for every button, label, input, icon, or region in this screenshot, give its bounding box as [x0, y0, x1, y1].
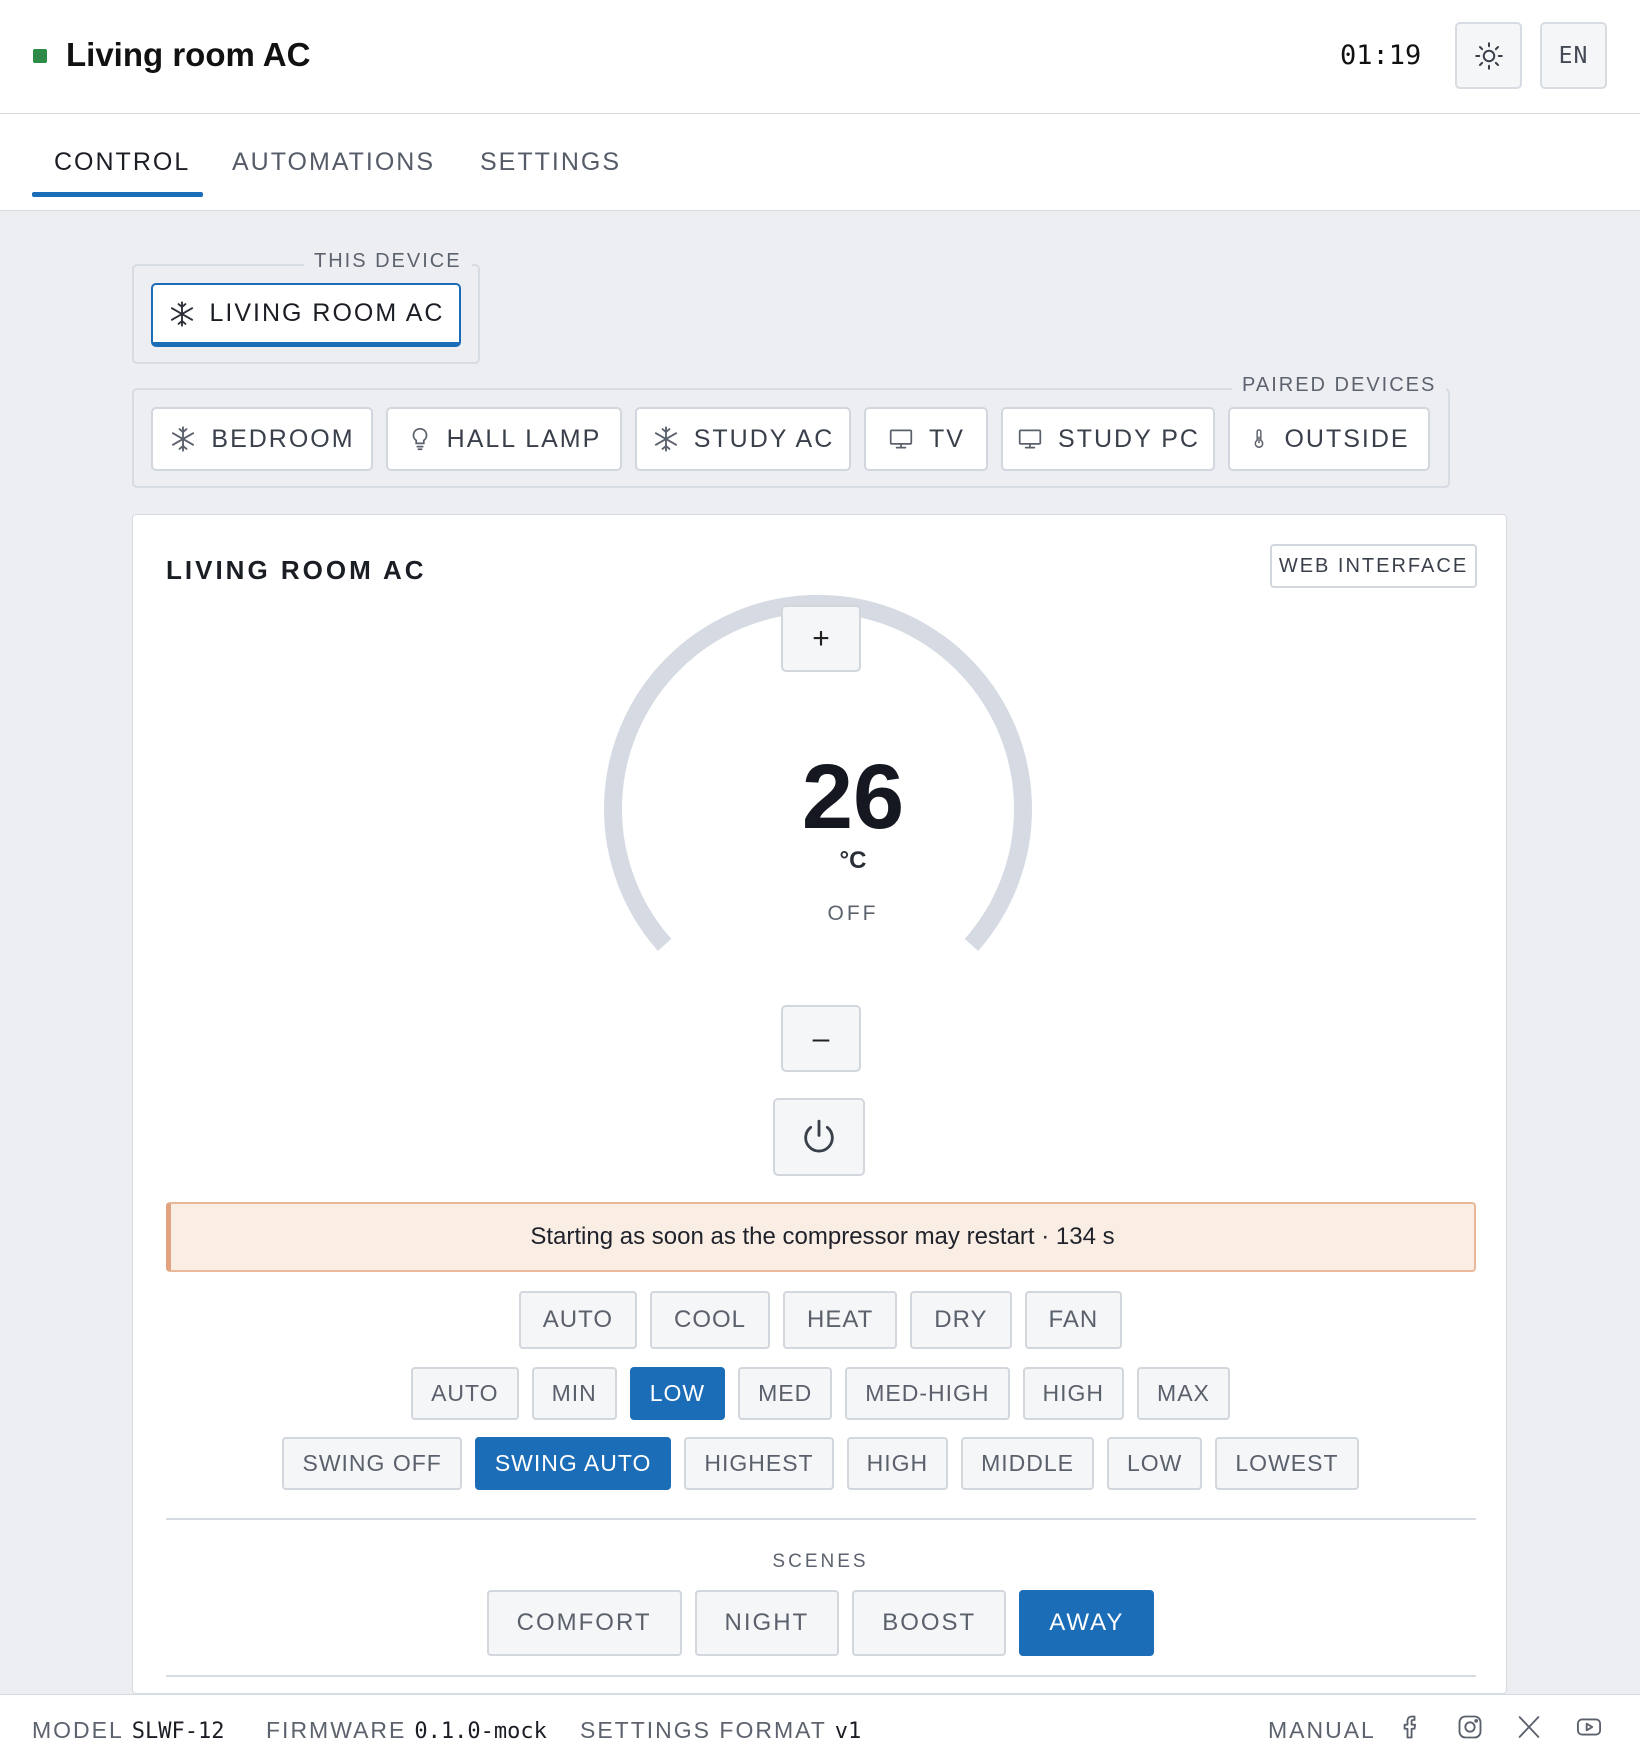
clock: 01:19 — [1340, 40, 1422, 71]
swing-high-button[interactable]: HIGH — [846, 1437, 949, 1490]
scene-comfort-button[interactable]: COMFORT — [486, 1590, 682, 1656]
compressor-notice: Starting as soon as the compressor may r… — [166, 1202, 1476, 1272]
fan-low-button[interactable]: LOW — [629, 1367, 726, 1420]
device-control-panel: LIVING ROOM AC WEB INTERFACE + 26 °C OFF… — [132, 514, 1507, 1694]
youtube-icon[interactable] — [1574, 1713, 1604, 1741]
tab-settings[interactable]: SETTINGS — [480, 148, 621, 177]
instagram-icon[interactable] — [1456, 1713, 1484, 1741]
temperature-unit: °C — [839, 847, 867, 874]
this-device-legend: THIS DEVICE — [304, 250, 472, 273]
status-indicator — [33, 49, 47, 63]
mode-selector: AUTO COOL HEAT DRY FAN — [133, 1291, 1508, 1349]
mode-heat-button[interactable]: HEAT — [783, 1291, 898, 1349]
swing-highest-button[interactable]: HIGHEST — [684, 1437, 834, 1490]
settings-format-label: SETTINGS FORMAT — [580, 1717, 827, 1743]
mode-dry-button[interactable]: DRY — [910, 1291, 1012, 1349]
model-value: SLWF-12 — [131, 1719, 225, 1744]
device-label: OUTSIDE — [1284, 424, 1410, 453]
scene-selector: COMFORT NIGHT BOOST AWAY — [133, 1590, 1508, 1656]
swing-middle-button[interactable]: MIDDLE — [961, 1437, 1094, 1490]
increase-temperature-button[interactable]: + — [781, 605, 861, 672]
app-header: Living room AC 01:19 EN — [0, 0, 1640, 114]
fan-auto-button[interactable]: AUTO — [411, 1367, 519, 1420]
language-button[interactable]: EN — [1540, 22, 1607, 89]
device-label: BEDROOM — [211, 424, 355, 453]
mode-auto-button[interactable]: AUTO — [518, 1291, 638, 1349]
this-device-group: THIS DEVICE LIVING ROOM AC — [132, 250, 480, 364]
firmware-info: FIRMWARE 0.1.0-mock — [266, 1717, 547, 1744]
divider — [166, 1675, 1476, 1677]
fan-med-high-button[interactable]: MED-HIGH — [845, 1367, 1010, 1420]
power-state: OFF — [827, 902, 879, 925]
tab-automations[interactable]: AUTOMATIONS — [232, 148, 435, 177]
scene-night-button[interactable]: NIGHT — [694, 1590, 840, 1656]
fan-med-button[interactable]: MED — [738, 1367, 833, 1420]
settings-format-value: v1 — [834, 1719, 862, 1744]
swing-lowest-button[interactable]: LOWEST — [1215, 1437, 1359, 1490]
footer: MODEL SLWF-12 FIRMWARE 0.1.0-mock SETTINGS… — [0, 1694, 1640, 1760]
fan-speed-selector: AUTO MIN LOW MED MED-HIGH HIGH MAX — [133, 1367, 1508, 1420]
divider — [166, 1518, 1476, 1520]
firmware-value: 0.1.0-mock — [414, 1719, 547, 1744]
monitor-icon — [889, 429, 913, 449]
fan-max-button[interactable]: MAX — [1137, 1367, 1230, 1420]
model-label: MODEL — [32, 1717, 124, 1743]
power-button[interactable] — [773, 1098, 865, 1176]
device-button-bedroom[interactable]: BEDROOM — [151, 407, 373, 471]
lightbulb-icon — [412, 427, 428, 451]
power-icon — [804, 1119, 834, 1153]
device-button-study-pc[interactable]: STUDY PC — [1001, 407, 1215, 471]
device-button-hall-lamp[interactable]: HALL LAMP — [386, 407, 622, 471]
snowflake-icon — [170, 300, 193, 327]
swing-low-button[interactable]: LOW — [1107, 1437, 1203, 1490]
scenes-label: SCENES — [772, 1551, 869, 1572]
web-interface-button[interactable]: WEB INTERFACE — [1270, 544, 1477, 588]
panel-title: LIVING ROOM AC — [166, 555, 427, 585]
snowflake-icon — [654, 426, 677, 452]
target-temperature: 26 — [801, 746, 905, 848]
settings-format-info: SETTINGS FORMAT v1 — [580, 1717, 861, 1744]
sun-icon — [1474, 41, 1503, 70]
swing-auto-button[interactable]: SWING AUTO — [474, 1437, 672, 1490]
device-button-outside[interactable]: OUTSIDE — [1228, 407, 1430, 471]
paired-devices-legend: PAIRED DEVICES — [1232, 374, 1447, 397]
device-label: HALL LAMP — [446, 424, 602, 453]
device-label: TV — [929, 424, 965, 453]
active-tab-indicator — [32, 192, 203, 197]
device-button-tv[interactable]: TV — [864, 407, 988, 471]
device-button-living-room-ac[interactable]: LIVING ROOM AC — [151, 283, 461, 347]
facebook-icon[interactable] — [1397, 1713, 1425, 1741]
device-label: LIVING ROOM AC — [209, 299, 445, 327]
device-label: STUDY AC — [693, 424, 835, 453]
swing-off-button[interactable]: SWING OFF — [282, 1437, 462, 1490]
theme-toggle-button[interactable] — [1455, 22, 1522, 89]
paired-devices-group: PAIRED DEVICES BEDROOM HALL LAMP STUDY A… — [132, 374, 1450, 488]
swing-selector: SWING OFF SWING AUTO HIGHEST HIGH MIDDLE… — [133, 1437, 1508, 1490]
mode-cool-button[interactable]: COOL — [650, 1291, 771, 1349]
fan-min-button[interactable]: MIN — [531, 1367, 617, 1420]
tab-control[interactable]: CONTROL — [54, 148, 190, 177]
mode-fan-button[interactable]: FAN — [1024, 1291, 1123, 1349]
firmware-label: FIRMWARE — [266, 1717, 407, 1743]
manual-link[interactable]: MANUAL — [1268, 1717, 1376, 1744]
device-label: STUDY PC — [1058, 424, 1200, 453]
scene-away-button[interactable]: AWAY — [1019, 1590, 1155, 1656]
snowflake-icon — [172, 426, 195, 452]
decrease-temperature-button[interactable]: – — [781, 1005, 861, 1072]
model-info: MODEL SLWF-12 — [32, 1717, 225, 1744]
thermometer-icon — [1255, 429, 1264, 448]
fan-high-button[interactable]: HIGH — [1022, 1367, 1125, 1420]
scene-boost-button[interactable]: BOOST — [852, 1590, 1007, 1656]
x-icon[interactable] — [1515, 1713, 1543, 1741]
tab-bar: CONTROL AUTOMATIONS SETTINGS — [0, 114, 1640, 211]
page-title: Living room AC — [66, 36, 311, 73]
monitor-icon — [1018, 429, 1042, 449]
device-button-study-ac[interactable]: STUDY AC — [635, 407, 851, 471]
